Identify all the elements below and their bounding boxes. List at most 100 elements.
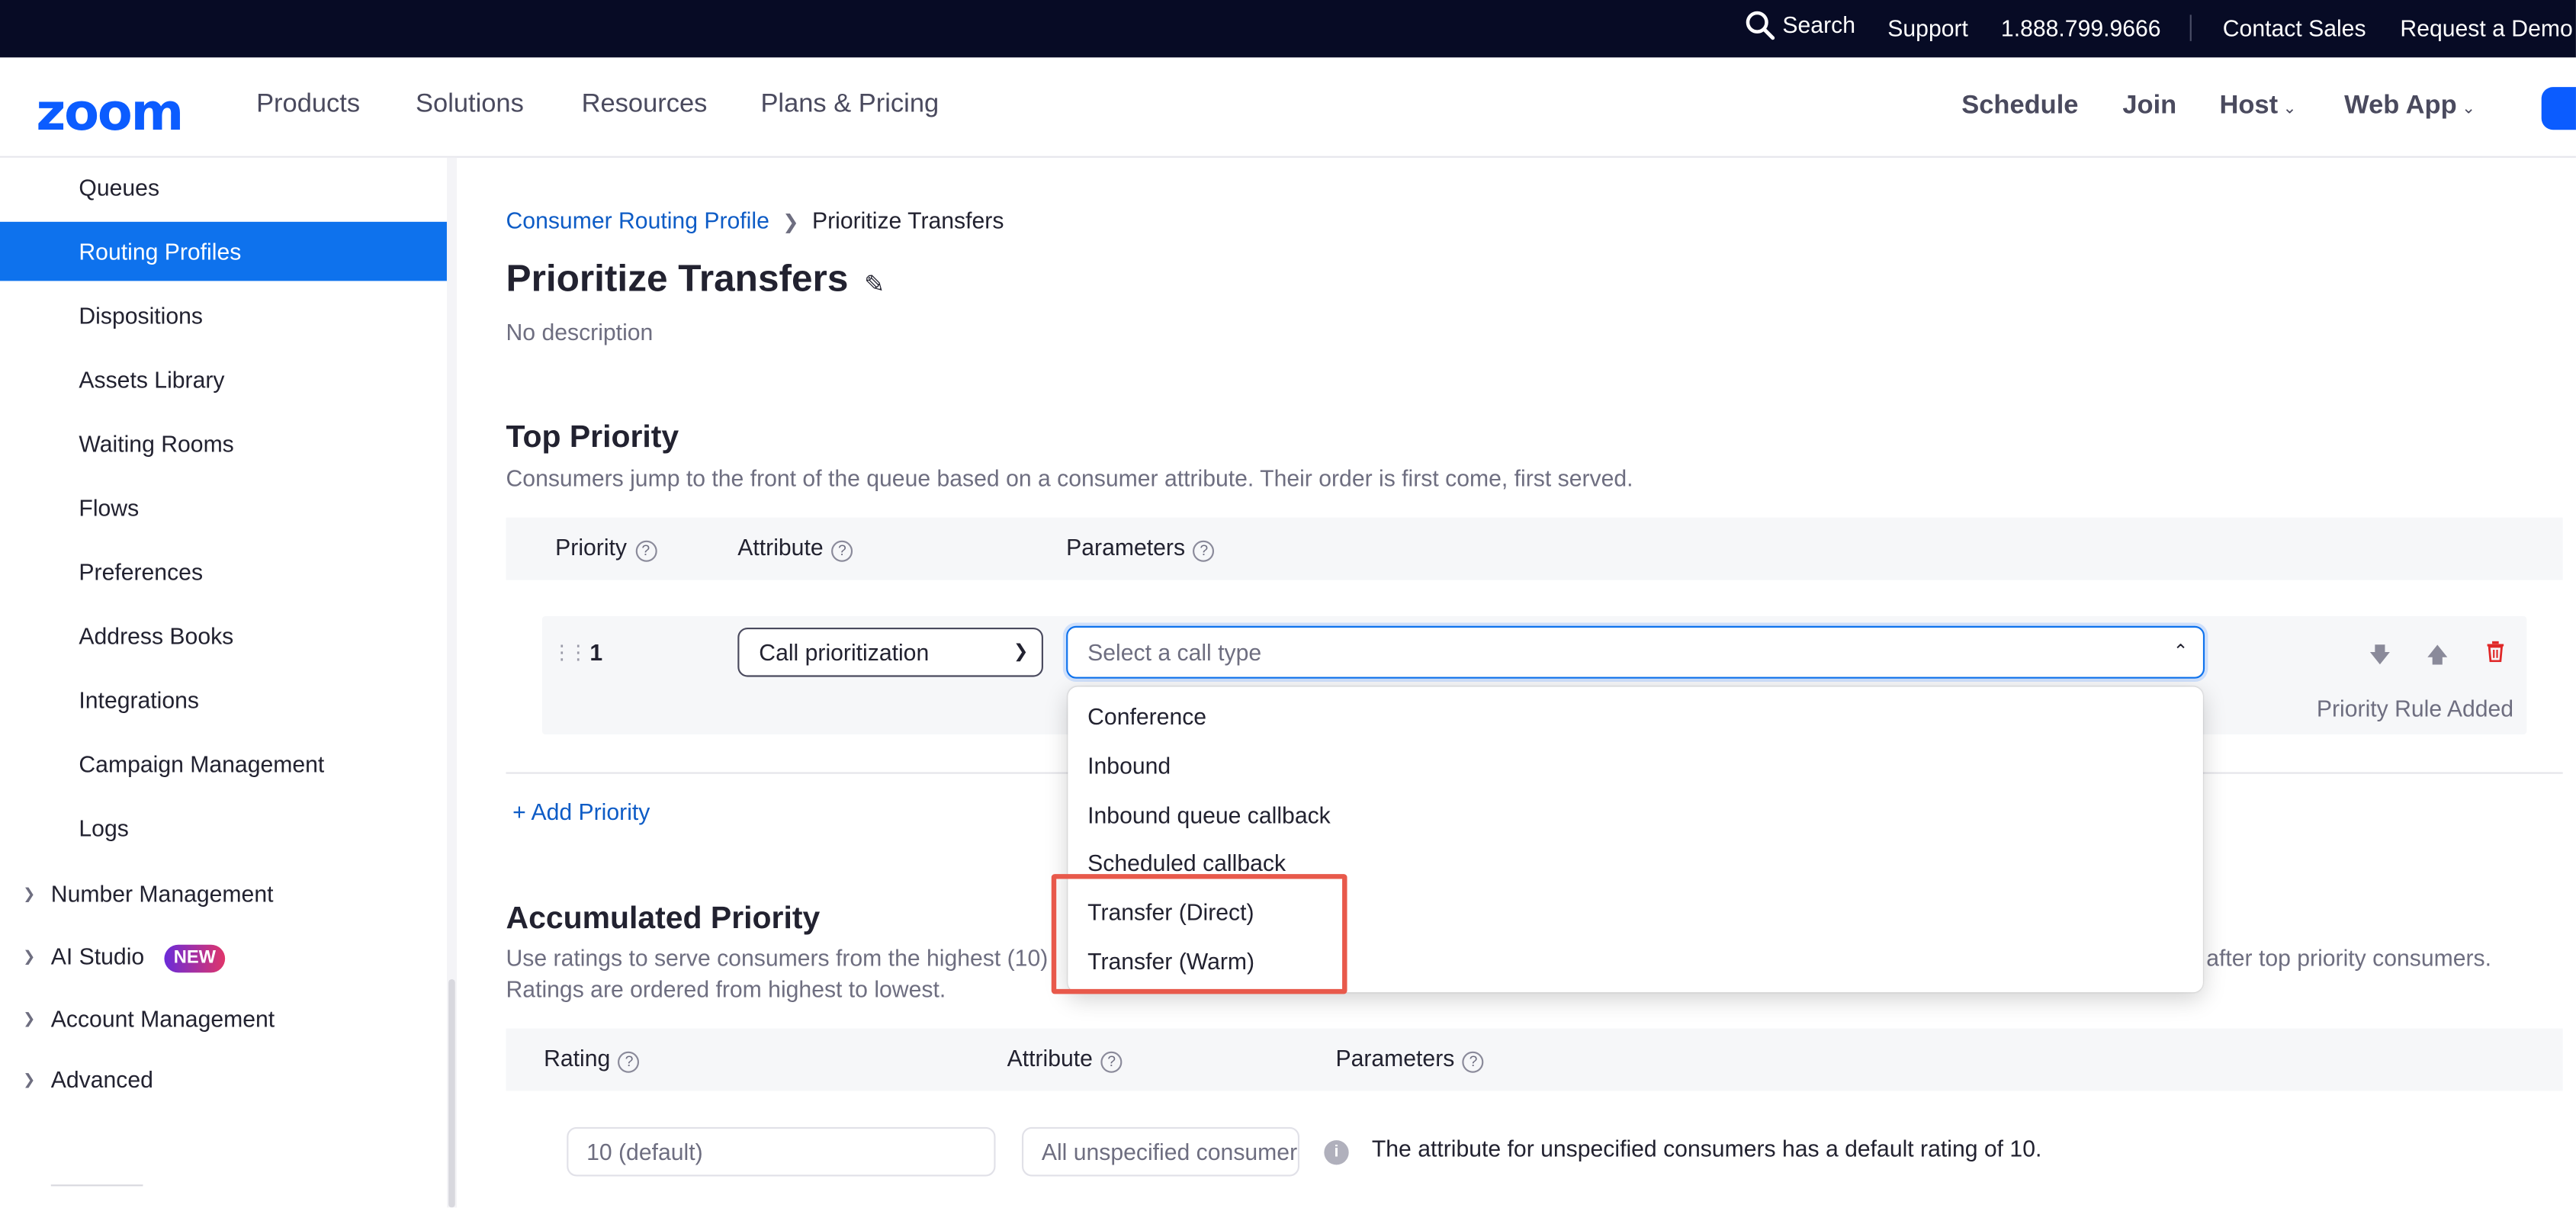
option-inbound-queue-callback[interactable]: Inbound queue callback [1087,802,1331,827]
nav-join[interactable]: Join [2122,92,2176,122]
sidebar-item-flows[interactable]: Flows [0,478,447,538]
sidebar-item-dispositions[interactable]: Dispositions [0,286,447,345]
nav-schedule[interactable]: Schedule [1961,92,2078,122]
rule-status: Priority Rule Added [2316,695,2514,721]
search-link[interactable]: Search [1745,10,1855,41]
nav-resources[interactable]: Resources [582,90,708,120]
new-badge: NEW [163,944,226,973]
accumulated-priority-description: Use ratings to serve consumers from the … [506,943,1049,975]
sidebar-group-ai-studio[interactable]: ❯ AI Studio NEW [0,931,447,981]
delete-icon[interactable] [2485,641,2505,667]
sidebar-item-routing-profiles[interactable]: Routing Profiles [0,221,447,281]
nav-plans-pricing[interactable]: Plans & Pricing [760,90,939,120]
nav-solutions[interactable]: Solutions [416,90,524,120]
call-type-select[interactable]: Select a call type ⌃ [1066,625,2205,679]
top-priority-description: Consumers jump to the front of the queue… [506,464,1633,492]
help-icon[interactable]: ? [1463,1051,1485,1073]
sidebar-group-account-management[interactable]: ❯ Account Management [0,994,447,1043]
trash-icon [2487,641,2504,663]
chevron-right-icon: ❯ [23,885,36,902]
help-icon[interactable]: ? [618,1051,641,1073]
help-icon[interactable]: ? [831,540,853,562]
priority-number: 1 [589,639,603,666]
sidebar-item-campaign-management[interactable]: Campaign Management [0,734,447,794]
main-content: Consumer Routing Profile ❯ Prioritize Tran… [458,158,2576,1208]
sidebar-divider [50,1184,143,1187]
contact-sales-link[interactable]: Contact Sales [2223,14,2366,40]
breadcrumb: Consumer Routing Profile ❯ Prioritize Tran… [506,207,1004,233]
header-parameters-label: Parameters [1335,1045,1455,1071]
chevron-down-icon: ⌄ [2462,100,2476,119]
chevron-right-icon: ❯ [23,1071,36,1088]
sidebar-group-number-management[interactable]: ❯ Number Management [0,869,447,919]
move-up-icon[interactable]: 🡅 [2427,641,2449,676]
phone-link[interactable]: 1.888.799.9666 [2001,14,2161,40]
utility-bar: Search Support 1.888.799.9666 Contact Sa… [0,0,2576,58]
help-icon[interactable]: ? [1193,540,1215,562]
sidebar-item-assets-library[interactable]: Assets Library [0,350,447,410]
request-demo-link[interactable]: Request a Demo [2400,14,2572,40]
header-rating-label: Rating [544,1045,611,1071]
edit-pencil-icon[interactable]: ✎ [864,269,885,299]
nav-products[interactable]: Products [256,90,360,120]
header-priority-label: Priority [555,534,628,561]
sidebar-item-logs[interactable]: Logs [0,798,447,858]
rating-input[interactable]: 10 (default) [567,1126,996,1177]
main-nav: zoom Products Solutions Resources Plans … [0,57,2576,158]
header-priority: Priority? [555,534,657,562]
breadcrumb-current: Prioritize Transfers [811,207,1004,233]
chevron-right-icon: ❯ [23,948,36,965]
sidebar-group-advanced[interactable]: ❯ Advanced [0,1055,447,1104]
sidebar-item-queues[interactable]: Queues [0,158,447,217]
header-attribute-label: Attribute [737,534,824,561]
unspecified-attribute-input[interactable]: All unspecified consumers [1021,1126,1300,1177]
page-description: No description [506,318,654,345]
header-attribute: Attribute? [1007,1045,1123,1073]
sidebar-scrollbar-thumb[interactable] [448,978,455,1208]
help-icon[interactable]: ? [634,540,657,562]
attribute-select[interactable]: Call prioritization ❯ [737,627,1043,677]
chevron-right-icon: ❯ [23,1010,36,1027]
header-parameters-label: Parameters [1066,534,1186,561]
sidebar-item-address-books[interactable]: Address Books [0,606,447,666]
accumulated-desc-left: Use ratings to serve consumers from the … [506,944,1041,972]
accumulated-table-header: Rating? Attribute? Parameters? [506,1028,2563,1091]
option-inbound[interactable]: Inbound [1087,753,1171,779]
sidebar-group-label: Account Management [50,1005,275,1032]
add-priority-link[interactable]: + Add Priority [512,798,650,824]
zoom-app-icon[interactable] [2541,87,2576,130]
chevron-up-icon: ⌃ [2173,642,2189,663]
nav-host[interactable]: Host ⌄ [2219,92,2296,122]
sidebar-item-waiting-rooms[interactable]: Waiting Rooms [0,414,447,474]
nav-web-app[interactable]: Web App ⌄ [2344,92,2475,122]
attribute-select-value: Call prioritization [759,639,930,666]
option-conference[interactable]: Conference [1087,703,1206,729]
drag-handle-icon[interactable]: ⋮⋮ [552,641,588,663]
chevron-down-icon: ❯ [1013,642,1029,663]
sidebar-item-integrations[interactable]: Integrations [0,670,447,730]
help-icon[interactable]: ? [1100,1051,1123,1073]
accumulated-desc-line2: Ratings are ordered from highest to lowe… [506,975,946,1003]
sidebar-group-label: AI Studio [50,943,145,970]
search-label: Search [1782,11,1855,38]
header-parameters: Parameters? [1335,1045,1485,1073]
zoom-logo[interactable]: zoom [36,84,184,143]
accumulated-desc-fragment: ) [1040,944,1049,972]
chevron-down-icon: ⌄ [2282,100,2297,119]
header-parameters: Parameters? [1066,534,1215,562]
default-rating-info: The attribute for unspecified consumers … [1371,1135,2042,1162]
option-scheduled-callback[interactable]: Scheduled callback [1087,850,1286,875]
header-attribute-label: Attribute [1007,1045,1093,1071]
sidebar-item-preferences[interactable]: Preferences [0,542,447,602]
chevron-right-icon: ❯ [782,210,799,233]
breadcrumb-parent-link[interactable]: Consumer Routing Profile [506,207,769,233]
info-icon: i [1324,1140,1349,1165]
search-icon [1746,11,1775,40]
accumulated-desc-right: after top priority consumers. [2206,944,2492,972]
support-link[interactable]: Support [1887,14,1968,40]
sidebar-group-label: Number Management [50,880,274,908]
header-attribute: Attribute? [737,534,853,562]
accumulated-priority-title: Accumulated Priority [506,901,821,937]
header-rating: Rating? [544,1045,641,1073]
move-down-icon[interactable]: 🡇 [2369,641,2391,676]
